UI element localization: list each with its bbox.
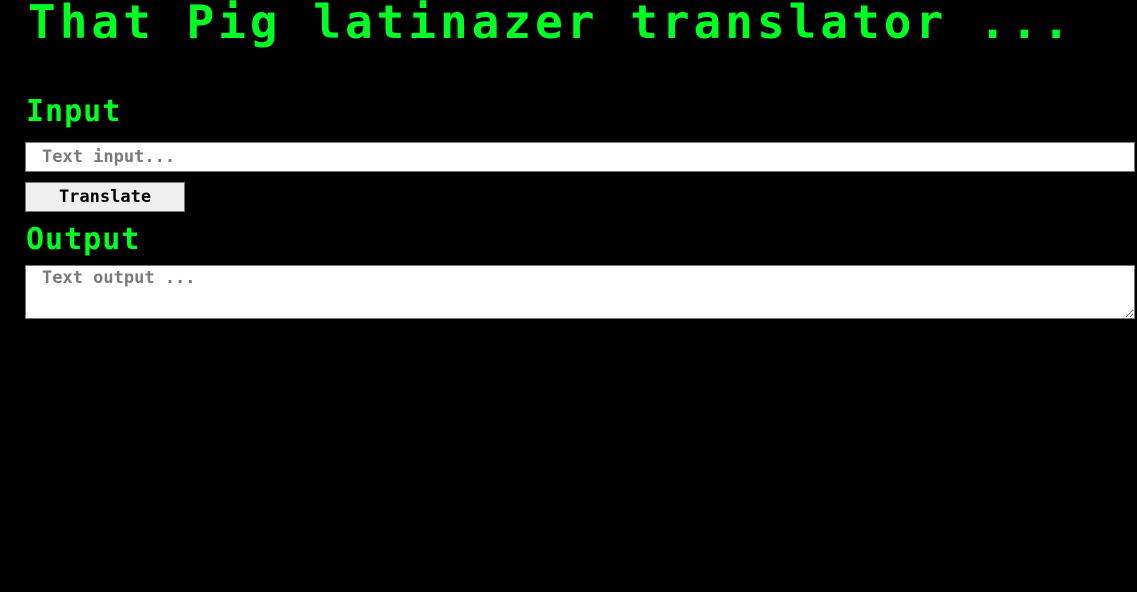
translate-button[interactable]: Translate [25, 182, 185, 212]
input-heading: Input [26, 94, 122, 129]
page-title: That Pig latinazer translator ... [28, 0, 1074, 49]
text-input-field[interactable] [25, 142, 1135, 172]
output-heading: Output [26, 222, 141, 257]
text-output-field[interactable] [25, 265, 1135, 319]
